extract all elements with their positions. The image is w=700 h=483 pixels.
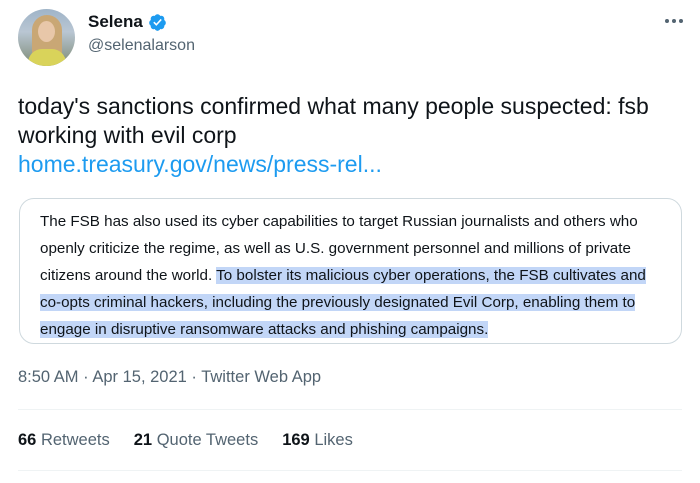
likes-stat[interactable]: 169 Likes (282, 431, 353, 450)
likes-count: 169 (282, 431, 310, 449)
retweets-label: Retweets (40, 431, 110, 449)
divider (18, 409, 682, 410)
tweet-stats: 66 Retweets 21 Quote Tweets 169 Likes (18, 431, 353, 450)
tweet-time[interactable]: 8:50 AM (18, 368, 79, 386)
retweets-count: 66 (18, 431, 37, 449)
tweet-source[interactable]: Twitter Web App (201, 368, 321, 386)
quoted-image-card[interactable]: The FSB has also used its cyber capabili… (19, 198, 682, 344)
tweet-text: today's sanctions confirmed what many pe… (18, 93, 649, 148)
quote-tweets-label: Quote Tweets (156, 431, 259, 449)
quoted-text: The FSB has also used its cyber capabili… (40, 208, 668, 343)
quote-tweets-stat[interactable]: 21 Quote Tweets (134, 431, 258, 450)
divider (18, 470, 682, 471)
tweet-date[interactable]: Apr 15, 2021 (92, 368, 187, 386)
quote-tweets-count: 21 (133, 431, 153, 449)
likes-label: Likes (314, 431, 353, 449)
avatar[interactable] (18, 9, 75, 66)
tweet-metadata: 8:50 AM · Apr 15, 2021 · Twitter Web App (18, 368, 321, 387)
author-display-name[interactable]: Selena (88, 12, 143, 32)
author-name-row[interactable]: Selena (88, 12, 167, 32)
tweet-body: today's sanctions confirmed what many pe… (18, 92, 678, 179)
verified-badge-icon (148, 13, 167, 32)
tweet-link[interactable]: home.treasury.gov/news/press-rel... (18, 150, 678, 179)
meta-separator: · (191, 368, 197, 386)
meta-separator: · (83, 368, 89, 386)
retweets-stat[interactable]: 66 Retweets (18, 431, 110, 450)
author-handle[interactable]: @selenalarson (88, 37, 195, 55)
more-options-icon[interactable] (662, 10, 686, 32)
